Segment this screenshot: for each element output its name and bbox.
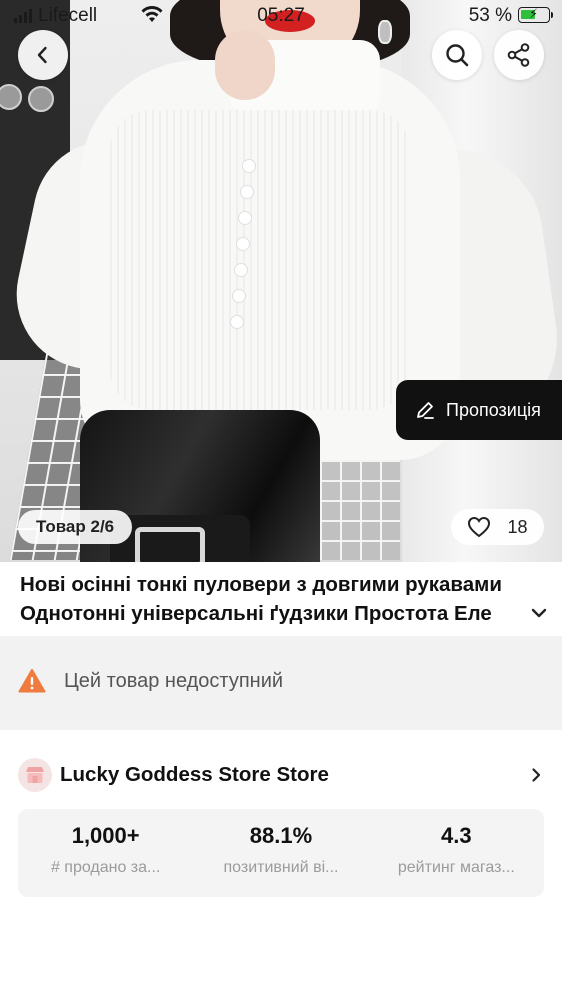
- handbag-buckle: [135, 527, 205, 562]
- stat-value: 4.3: [441, 823, 472, 848]
- proposal-label: Пропозиція: [446, 399, 541, 420]
- chevron-left-icon: [37, 46, 47, 64]
- search-button[interactable]: [432, 30, 482, 80]
- product-title-line: Нові осінні тонкі пуловери з довгими рук…: [20, 573, 502, 596]
- search-icon: [446, 44, 469, 67]
- battery-percent: 53 %: [468, 5, 512, 26]
- wall-knob: [0, 84, 22, 110]
- stat-value: 88.1%: [249, 823, 313, 848]
- warning-icon: [18, 669, 46, 693]
- stat-store-rating: 4.3 рейтинг магаз...: [369, 809, 544, 897]
- product-title-block[interactable]: Нові осінні тонкі пуловери з довгими рук…: [20, 570, 548, 634]
- sweater-button: [233, 290, 245, 302]
- sweater-texture: [110, 110, 410, 410]
- image-counter: Товар 2/6: [18, 510, 133, 544]
- unavailable-message: Цей товар недоступний: [64, 669, 284, 692]
- stat-positive-feedback: 88.1% позитивний ві...: [193, 809, 368, 897]
- sweater-button: [231, 316, 243, 328]
- sweater-button: [243, 160, 255, 172]
- likes-count: 18: [507, 516, 528, 537]
- sweater-buttons: [215, 160, 255, 360]
- store-name: Lucky Goddess Store Store: [60, 763, 329, 786]
- stat-label: рейтинг магаз...: [397, 859, 515, 876]
- back-button[interactable]: [18, 30, 68, 80]
- store-logo: [18, 758, 52, 792]
- stat-label: # продано за...: [50, 859, 161, 876]
- product-image[interactable]: [0, 0, 562, 562]
- store-stats: 1,000+ # продано за... 88.1% позитивний …: [18, 809, 544, 897]
- sweater-button: [237, 238, 249, 250]
- proposal-button[interactable]: Пропозиція: [396, 380, 562, 440]
- store-link[interactable]: Lucky Goddess Store Store: [18, 756, 546, 794]
- store-chevron: [526, 767, 546, 783]
- product-title: Нові осінні тонкі пуловери з довгими рук…: [20, 570, 528, 628]
- model-hand: [215, 30, 275, 100]
- store-icon: [26, 767, 44, 783]
- chevron-right-icon: [532, 768, 541, 782]
- charging-icon: ⚡: [529, 6, 539, 21]
- stat-items-sold: 1,000+ # продано за...: [18, 809, 193, 897]
- share-button[interactable]: [494, 30, 544, 80]
- battery-icon: ⚡: [518, 6, 553, 23]
- chevron-down-icon[interactable]: [530, 604, 548, 622]
- stat-value: 1,000+: [71, 823, 140, 848]
- product-title-line: Однотонні універсальні ґудзики Простота …: [20, 602, 492, 625]
- wishlist-button[interactable]: 18: [451, 509, 544, 545]
- status-bar: Lifecell 05:27 53 % ⚡: [0, 0, 562, 32]
- wall-knob: [28, 86, 54, 112]
- pencil-icon: [417, 402, 434, 419]
- heart-icon: [468, 516, 491, 538]
- sweater-button: [235, 264, 247, 276]
- sweater-button: [241, 186, 253, 198]
- stat-label: позитивний ві...: [223, 859, 339, 876]
- unavailable-notice: Цей товар недоступний: [18, 668, 283, 694]
- sweater-button: [239, 212, 251, 224]
- share-icon: [507, 43, 530, 67]
